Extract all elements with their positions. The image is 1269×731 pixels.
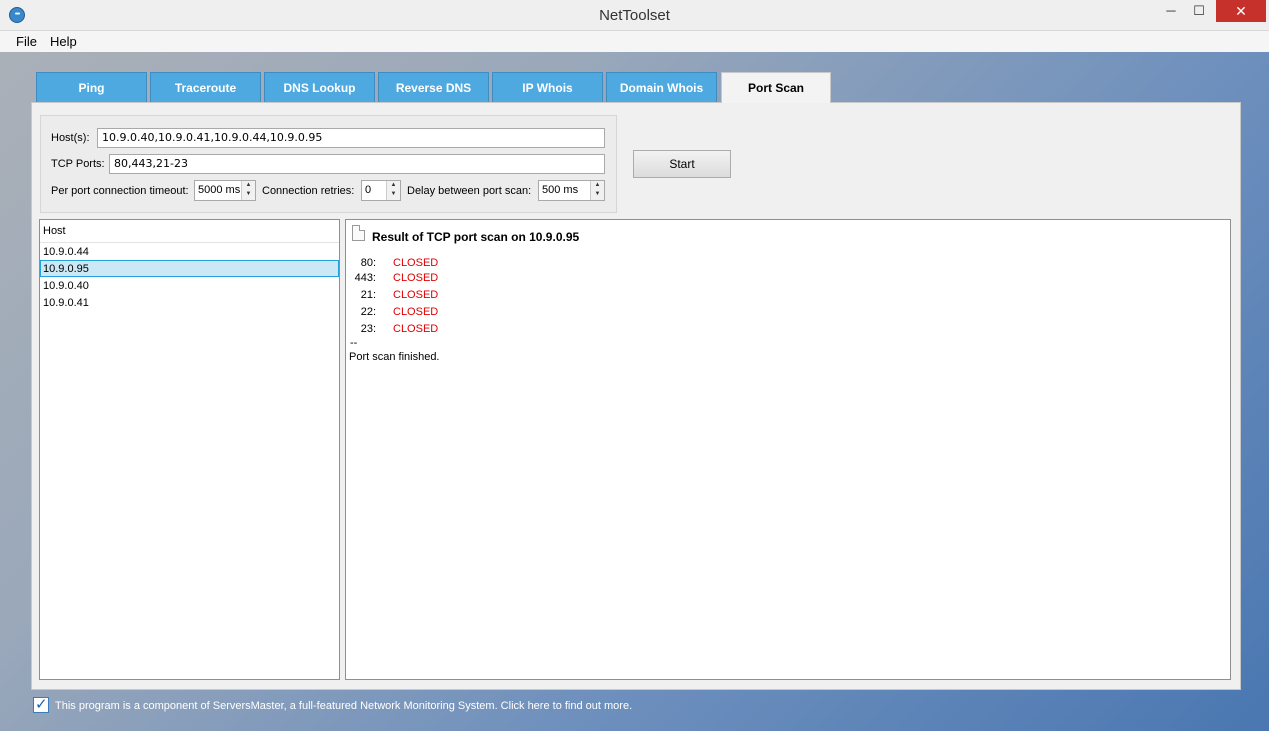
tab-reverse-dns[interactable]: Reverse DNS <box>378 72 489 103</box>
tcp-ports-label: TCP Ports: <box>51 158 105 170</box>
tcp-ports-input[interactable]: 80,443,21-23 <box>109 154 605 174</box>
tab-ping[interactable]: Ping <box>36 72 147 103</box>
timeout-stepper[interactable]: 5000 ms ▲ ▼ <box>194 180 256 201</box>
port-status: CLOSED <box>393 306 439 318</box>
port-status: CLOSED <box>393 289 439 301</box>
result-separator: -- <box>350 337 358 349</box>
scan-finished-text: Port scan finished. <box>349 351 440 363</box>
start-button[interactable]: Start <box>633 150 731 178</box>
tab-domain-whois[interactable]: Domain Whois <box>606 72 717 103</box>
tab-port-scan[interactable]: Port Scan <box>721 72 831 103</box>
tab-traceroute[interactable]: Traceroute <box>150 72 261 103</box>
host-column-header[interactable]: Host <box>40 220 339 243</box>
menu-file[interactable]: File <box>16 34 37 49</box>
port-scan-panel: Host(s): 10.9.0.40,10.9.0.41,10.9.0.44,1… <box>31 102 1241 690</box>
retries-value: 0 <box>365 184 372 196</box>
port-number: 80: <box>360 257 376 269</box>
port-number: 23: <box>360 323 376 335</box>
spin-up-icon[interactable]: ▲ <box>387 181 400 190</box>
hosts-input[interactable]: 10.9.0.40,10.9.0.41,10.9.0.44,10.9.0.95 <box>97 128 605 148</box>
timeout-stepper-arrows[interactable]: ▲ ▼ <box>241 181 255 200</box>
port-status: CLOSED <box>393 323 439 335</box>
menu-help[interactable]: Help <box>50 34 77 49</box>
result-title: Result of TCP port scan on 10.9.0.95 <box>372 230 580 244</box>
retries-stepper[interactable]: 0 ▲ ▼ <box>361 180 401 201</box>
maximize-button[interactable]: ☐ <box>1186 0 1212 22</box>
title-bar: NetToolset ─ ☐ ✕ <box>0 0 1269 31</box>
port-number: 443: <box>354 272 376 284</box>
port-number: 22: <box>360 306 376 318</box>
window-title: NetToolset <box>599 7 670 24</box>
delay-stepper-arrows[interactable]: ▲ ▼ <box>590 181 604 200</box>
status-bar: This program is a component of ServersMa… <box>0 695 1269 719</box>
close-button[interactable]: ✕ <box>1216 0 1266 22</box>
timeout-label: Per port connection timeout: <box>51 185 189 197</box>
port-number: 21: <box>360 289 376 301</box>
delay-value: 500 ms <box>542 184 579 196</box>
serversmaster-promo-link[interactable]: This program is a component of ServersMa… <box>55 700 632 712</box>
hosts-label: Host(s): <box>51 132 90 144</box>
port-status: CLOSED <box>393 272 439 284</box>
spin-down-icon[interactable]: ▼ <box>591 190 604 199</box>
port-status: CLOSED <box>393 257 439 269</box>
retries-stepper-arrows[interactable]: ▲ ▼ <box>386 181 400 200</box>
scan-result-view[interactable]: Result of TCP port scan on 10.9.0.95 80:… <box>345 219 1231 680</box>
spin-down-icon[interactable]: ▼ <box>387 190 400 199</box>
spin-down-icon[interactable]: ▼ <box>242 190 255 199</box>
spin-up-icon[interactable]: ▲ <box>591 181 604 190</box>
delay-stepper[interactable]: 500 ms ▲ ▼ <box>538 180 605 201</box>
timeout-value: 5000 ms <box>198 184 241 196</box>
promo-checkbox[interactable] <box>33 695 49 713</box>
host-row-selected[interactable]: 10.9.0.95 <box>40 260 339 277</box>
tab-dns-lookup[interactable]: DNS Lookup <box>264 72 375 103</box>
workspace: Ping Traceroute DNS Lookup Reverse DNS I… <box>0 52 1269 731</box>
minimize-button[interactable]: ─ <box>1158 0 1184 22</box>
host-list[interactable]: Host 10.9.0.44 10.9.0.95 10.9.0.40 10.9.… <box>39 219 340 680</box>
delay-label: Delay between port scan: <box>407 185 532 197</box>
document-icon <box>352 225 365 241</box>
tab-ip-whois[interactable]: IP Whois <box>492 72 603 103</box>
scan-options-group: Host(s): 10.9.0.40,10.9.0.41,10.9.0.44,1… <box>40 115 617 213</box>
host-row[interactable]: 10.9.0.44 <box>40 244 339 261</box>
spin-up-icon[interactable]: ▲ <box>242 181 255 190</box>
retries-label: Connection retries: <box>262 185 355 197</box>
host-row[interactable]: 10.9.0.41 <box>40 295 339 312</box>
menu-bar: File Help <box>0 31 1269 52</box>
host-row[interactable]: 10.9.0.40 <box>40 278 339 295</box>
